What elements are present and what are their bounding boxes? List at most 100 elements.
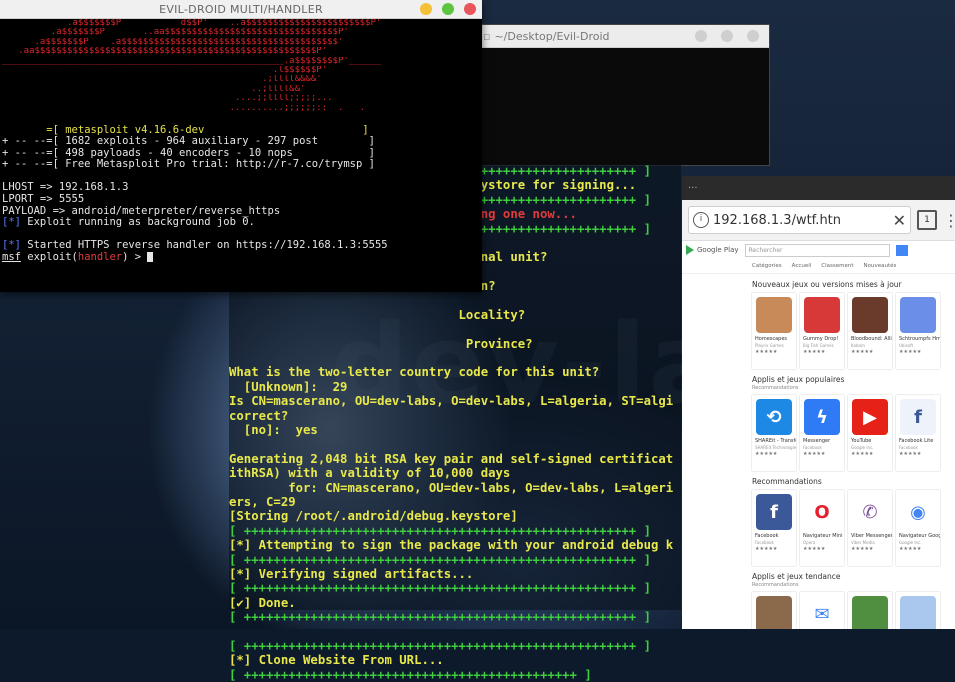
maximize-button[interactable]: [442, 3, 454, 15]
chrome-icon: ◉: [900, 494, 936, 530]
app-card[interactable]: f Facebook Lite Facebook ★★★★★: [896, 395, 940, 471]
mobile-browser-window[interactable]: ··· i 192.168.1.3/wtf.htn ✕ 1 ⋮ Google P…: [682, 176, 955, 629]
banner-line-4: + -- --=[ Free Metasploit Pro trial: htt…: [2, 159, 375, 171]
app-card-row: Homescapes Playrix Games ★★★★★ Gummy Drop! B…: [682, 293, 955, 369]
status-bar: ···: [682, 176, 955, 200]
handler-status-text: Started HTTPS reverse handler on https:/…: [20, 240, 388, 252]
lport-line: LPORT => 5555: [2, 194, 85, 206]
console-line: [ ++++++++++++++++++++++++++++++++++++++…: [229, 667, 592, 682]
app-card-row: ⟲ SHAREit - Transfer SHAREit Technologies ★…: [682, 395, 955, 471]
nav-categories[interactable]: Catégories: [752, 263, 782, 269]
console-line: [Storing /root/.android/debug.keystore]: [229, 509, 518, 524]
app-card[interactable]: ✆ Viber Messenger Viber Media ★★★★★: [848, 490, 892, 566]
section-title[interactable]: Applis et jeux populaires: [682, 375, 955, 385]
text-cursor: [147, 252, 154, 263]
clear-url-icon[interactable]: ✕: [893, 211, 906, 230]
info-icon[interactable]: i: [693, 212, 709, 228]
banner-line-2: + -- --=[ 1682 exploits - 964 auxiliary …: [2, 136, 375, 148]
window-title: ~/Desktop/Evil-Droid: [494, 29, 610, 43]
section-title[interactable]: Nouveaux jeux ou versions mises à jour: [682, 280, 955, 290]
app-card[interactable]: ϟ Messenger Facebook ★★★★★: [800, 395, 844, 471]
app-name: Navigateur Googl: [899, 533, 940, 539]
console-line: [*] Attempting to sign the package with …: [229, 538, 674, 553]
banner-line-1: =[ metasploit v4.16.6-dev ]: [46, 124, 369, 136]
app-name: Facebook Lite: [899, 438, 934, 444]
console-line: [*] Clone Website From URL...: [229, 653, 444, 668]
app-card[interactable]: f Facebook Facebook ★★★★★: [752, 490, 796, 566]
tab-switcher-button[interactable]: 1: [917, 210, 937, 230]
messenger-icon: ϟ: [804, 399, 840, 435]
console-line: Is CN=mascerano, OU=dev-labs, O=dev-labs…: [229, 394, 674, 409]
shareit-icon: ⟲: [756, 399, 792, 435]
console-line: ithRSA) with a validity of 10,000 days: [229, 466, 511, 481]
command-prompt[interactable]: msf exploit(handler) >: [2, 252, 480, 264]
app-card[interactable]: ▶ YouTube Google Inc. ★★★★★: [848, 395, 892, 471]
app-card[interactable]: ◉ Navigateur Googl Google Inc. ★★★★★: [896, 490, 940, 566]
game-icon: [852, 596, 888, 629]
app-card[interactable]: Bloodbound: Alli Kabam ★★★★★: [848, 293, 892, 369]
console-line: correct?: [229, 408, 289, 423]
minimize-button[interactable]: [420, 3, 432, 15]
console-line: [*] Verifying signed artifacts...: [229, 566, 474, 581]
maximize-button[interactable]: [721, 30, 733, 42]
terminal-icon: ▫: [483, 29, 491, 43]
section-title[interactable]: Applis et jeux tendance: [682, 572, 955, 582]
app-card[interactable]: Homescapes Playrix Games ★★★★★: [752, 293, 796, 369]
app-card[interactable]: Gummy Drop! Big Fish Games ★★★★★: [800, 293, 844, 369]
opera-icon: O: [804, 494, 840, 530]
console-line: What is the two-letter country code for …: [229, 365, 600, 380]
console-line: [no]: yes: [229, 423, 318, 438]
game-icon: [852, 297, 888, 333]
evil-droid-terminal-window[interactable]: ▫ ~/Desktop/Evil-Droid: [476, 24, 770, 166]
play-search-input[interactable]: Rechercher: [744, 243, 890, 257]
url-text[interactable]: 192.168.1.3/wtf.htn: [713, 213, 841, 228]
app-card[interactable]: Mr Trash Vehicle★★★★★: [848, 592, 892, 629]
app-card[interactable]: Schtroumpfs Hm Ubisoft ★★★★★: [896, 293, 940, 369]
viber-icon: ✆: [852, 494, 888, 530]
console-line: [ ++++++++++++++++++++++++++++++++++++++…: [229, 552, 651, 567]
banner-line-3: + -- --=[ 498 payloads - 40 encoders - 1…: [2, 147, 375, 159]
address-bar-row: i 192.168.1.3/wtf.htn ✕ 1 ⋮: [682, 200, 955, 241]
section-title[interactable]: Recommandations: [682, 477, 955, 487]
section-subtitle: Recommandations: [752, 385, 799, 391]
app-name: SHAREit - Transfer: [755, 438, 796, 444]
google-play-logo[interactable]: Google Play: [686, 245, 739, 255]
app-card[interactable]: O Navigateur Mini Opera ★★★★★: [800, 490, 844, 566]
game-icon: [900, 596, 936, 629]
section-subtitle: Recommandations: [752, 582, 799, 588]
window-titlebar[interactable]: EVIL-DROID MULTI/HANDLER: [0, 0, 482, 19]
rating-stars: ★★★★★: [755, 451, 778, 457]
rating-stars: ★★★★★: [803, 451, 826, 457]
nav-charts[interactable]: Classement: [821, 263, 853, 269]
console-line: [ ++++++++++++++++++++++++++++++++++++++…: [229, 523, 651, 538]
overflow-menu-icon[interactable]: ⋮: [943, 211, 955, 230]
play-search-button[interactable]: [895, 244, 908, 256]
console-line: Locality?: [229, 307, 526, 322]
close-button[interactable]: [747, 30, 759, 42]
app-name: Bloodbound: Alli: [851, 336, 892, 342]
close-button[interactable]: [464, 3, 476, 15]
window-title: EVIL-DROID MULTI/HANDLER: [159, 2, 323, 16]
app-name: Facebook: [755, 533, 779, 539]
app-card[interactable]: ⟲ SHAREit - Transfer SHAREit Technologies ★…: [752, 395, 796, 471]
app-card[interactable]: Gold en appui★★★★★: [752, 592, 796, 629]
nav-home[interactable]: Accueil: [792, 263, 812, 269]
minimize-button[interactable]: [695, 30, 707, 42]
window-titlebar[interactable]: ▫ ~/Desktop/Evil-Droid: [477, 25, 769, 48]
multi-handler-terminal-window[interactable]: EVIL-DROID MULTI/HANDLER .a$$$$$$$P d$$P…: [0, 0, 482, 292]
messages-icon: ✉: [804, 596, 840, 629]
app-name: Viber Messenger: [851, 533, 892, 539]
play-nav-bar: Catégories Accueil Classement Nouveautés: [682, 259, 955, 274]
play-triangle-icon: [686, 245, 694, 255]
app-card[interactable]: Meowie Photo★★★★★: [896, 592, 940, 629]
terminal-content[interactable]: .a$$$$$$$P d$$P' ..a$$$$$$$$$$$$$$$$$$$$…: [0, 19, 482, 264]
job-status-text: Exploit running as background job 0.: [20, 217, 255, 229]
app-name: Schtroumpfs Hm: [899, 336, 940, 342]
rating-stars: ★★★★★: [803, 349, 826, 355]
address-bar[interactable]: i 192.168.1.3/wtf.htn ✕: [688, 206, 911, 234]
app-card[interactable]: ✉MessagesGoogle Inc.★★★★★: [800, 592, 844, 629]
nav-new[interactable]: Nouveautés: [864, 263, 897, 269]
